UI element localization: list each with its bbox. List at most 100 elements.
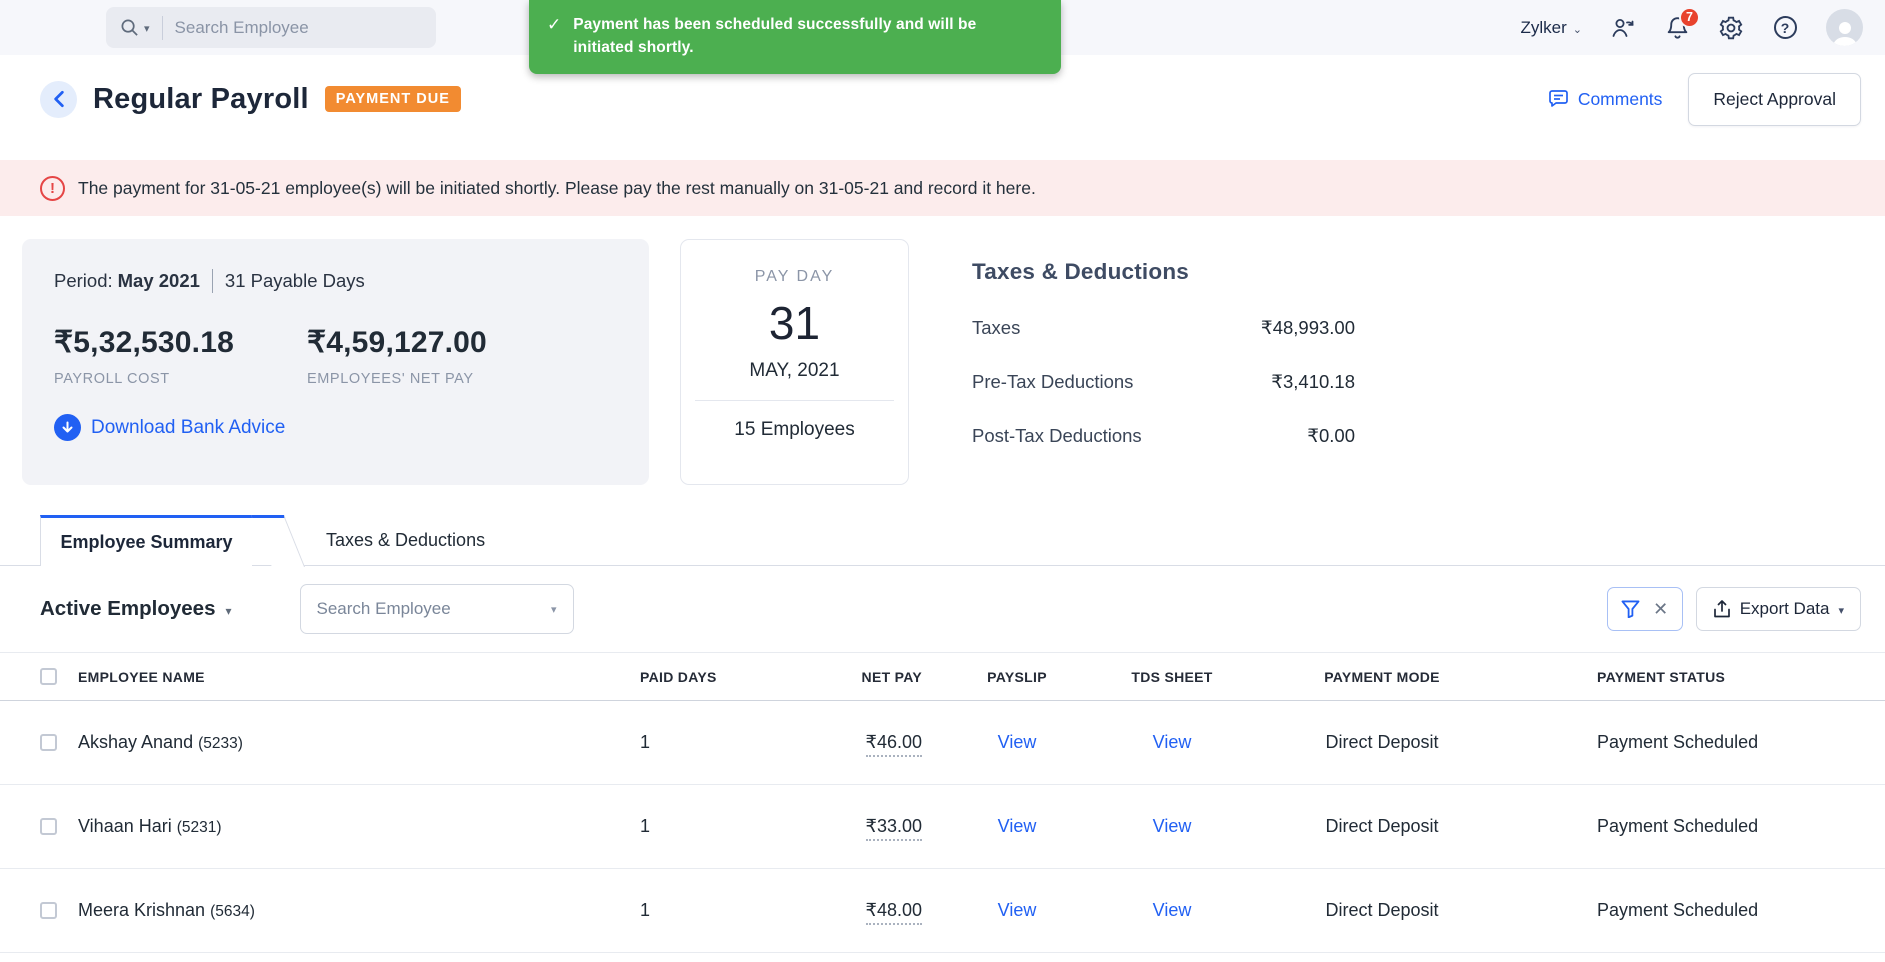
select-all-checkbox[interactable]: [40, 668, 57, 685]
org-name: Zylker: [1521, 18, 1567, 38]
warning-icon: !: [40, 176, 65, 201]
search-divider: [162, 16, 163, 40]
tds-view-link[interactable]: View: [1153, 732, 1192, 752]
comments-link[interactable]: Comments: [1547, 89, 1663, 110]
filter-button[interactable]: ✕: [1607, 587, 1683, 631]
payment-status: Payment Scheduled: [1532, 732, 1885, 753]
payment-status: Payment Scheduled: [1532, 816, 1885, 837]
topbar: ▾ Search Employee ✓ Payment has been sch…: [0, 0, 1885, 55]
pretax-row: Pre-Tax Deductions ₹3,410.18: [972, 371, 1355, 393]
download-bank-advice-link[interactable]: Download Bank Advice: [54, 414, 617, 441]
help-icon[interactable]: ?: [1772, 15, 1798, 41]
check-icon: ✓: [547, 13, 561, 59]
search-scope-caret-icon[interactable]: ▾: [144, 22, 150, 35]
payment-status: Payment Scheduled: [1532, 900, 1885, 921]
net-pay-value: ₹4,59,127.00: [307, 325, 487, 360]
net-pay-label: EMPLOYEES' NET PAY: [307, 371, 487, 387]
row-checkbox[interactable]: [40, 734, 57, 751]
payday-month-year: MAY, 2021: [681, 360, 908, 382]
clear-filter-icon[interactable]: ✕: [1653, 599, 1668, 620]
tds-view-link[interactable]: View: [1153, 900, 1192, 920]
payment-alert-banner: ! The payment for 31-05-21 employee(s) w…: [0, 160, 1885, 216]
comments-icon: [1547, 89, 1569, 109]
col-paid-days: PAID DAYS: [640, 669, 755, 685]
tab-employee-summary[interactable]: Employee Summary: [40, 515, 252, 566]
employee-id: (5231): [177, 819, 222, 836]
net-pay[interactable]: ₹48.00: [866, 900, 923, 925]
global-search-placeholder: Search Employee: [175, 18, 309, 38]
table-row: Vihaan Hari (5231) 1 ₹33.00 View View Di…: [0, 785, 1885, 869]
chevron-down-icon: ▾: [1838, 604, 1844, 617]
payday-divider: [695, 400, 894, 401]
global-search-input[interactable]: ▾ Search Employee: [106, 7, 436, 48]
period-label: Period:: [54, 270, 113, 292]
col-employee-name: EMPLOYEE NAME: [78, 669, 640, 685]
referrals-icon[interactable]: [1610, 15, 1636, 41]
download-icon: [54, 414, 81, 441]
payroll-cost-value: ₹5,32,530.18: [54, 325, 234, 360]
filter-funnel-icon: [1621, 600, 1640, 618]
payslip-view-link[interactable]: View: [998, 816, 1037, 836]
payment-mode: Direct Deposit: [1232, 732, 1532, 753]
employee-view-selector[interactable]: Active Employees ▾: [40, 597, 232, 621]
table-header-row: EMPLOYEE NAME PAID DAYS NET PAY PAYSLIP …: [0, 652, 1885, 701]
summary-section: Period: May 2021 31 Payable Days ₹5,32,5…: [0, 239, 1885, 485]
payday-card: PAY DAY 31 MAY, 2021 15 Employees: [680, 239, 909, 485]
notifications-bell-icon[interactable]: 7: [1664, 15, 1690, 41]
payroll-cost-label: PAYROLL COST: [54, 371, 234, 387]
col-payment-status: PAYMENT STATUS: [1532, 669, 1885, 685]
payment-mode: Direct Deposit: [1232, 816, 1532, 837]
tab-taxes-deductions[interactable]: Taxes & Deductions: [326, 515, 485, 565]
status-badge: PAYMENT DUE: [325, 86, 461, 112]
table-row: Akshay Anand (5233) 1 ₹46.00 View View D…: [0, 701, 1885, 785]
tds-view-link[interactable]: View: [1153, 816, 1192, 836]
taxes-section-title: Taxes & Deductions: [972, 259, 1355, 285]
payable-days: 31 Payable Days: [225, 270, 365, 292]
net-pay[interactable]: ₹33.00: [866, 816, 923, 841]
payslip-view-link[interactable]: View: [998, 732, 1037, 752]
employee-name: Meera Krishnan: [78, 900, 205, 920]
payslip-view-link[interactable]: View: [998, 900, 1037, 920]
back-button[interactable]: [40, 81, 77, 118]
export-data-label: Export Data: [1740, 599, 1830, 619]
row-checkbox[interactable]: [40, 818, 57, 835]
org-switcher[interactable]: Zylker ⌄: [1521, 18, 1583, 38]
paid-days: 1: [640, 732, 755, 753]
employee-search-select[interactable]: Search Employee ▾: [300, 584, 574, 634]
taxes-deductions-summary: Taxes & Deductions Taxes ₹48,993.00 Pre-…: [972, 239, 1355, 485]
table-row: Meera Krishnan (5634) 1 ₹48.00 View View…: [0, 869, 1885, 953]
export-data-button[interactable]: Export Data ▾: [1696, 587, 1861, 631]
toast-message: Payment has been scheduled successfully …: [573, 13, 1013, 59]
net-pay[interactable]: ₹46.00: [866, 732, 923, 757]
employee-id: (5634): [210, 903, 255, 920]
notification-count-badge: 7: [1679, 7, 1700, 28]
period-separator: [212, 269, 213, 293]
employee-toolbar: Active Employees ▾ Search Employee ▾ ✕ E…: [0, 566, 1885, 652]
comments-label: Comments: [1578, 89, 1663, 110]
chevron-down-icon: ▾: [551, 603, 557, 616]
settings-gear-icon[interactable]: [1718, 15, 1744, 41]
col-payment-mode: PAYMENT MODE: [1232, 669, 1532, 685]
employee-name: Akshay Anand: [78, 732, 193, 752]
reject-approval-button[interactable]: Reject Approval: [1688, 73, 1861, 126]
chevron-down-icon: ⌄: [1573, 23, 1582, 36]
posttax-row: Post-Tax Deductions ₹0.00: [972, 425, 1355, 447]
page-title: Regular Payroll: [93, 83, 309, 116]
col-net-pay: NET PAY: [755, 669, 922, 685]
success-toast: ✓ Payment has been scheduled successfull…: [529, 0, 1061, 74]
period-card: Period: May 2021 31 Payable Days ₹5,32,5…: [22, 239, 649, 485]
download-bank-advice-label: Download Bank Advice: [91, 417, 285, 439]
col-tds-sheet: TDS SHEET: [1112, 669, 1232, 685]
row-checkbox[interactable]: [40, 902, 57, 919]
user-avatar[interactable]: [1826, 9, 1863, 46]
payday-day: 31: [681, 296, 908, 350]
topbar-actions: Zylker ⌄ 7 ?: [1521, 9, 1864, 46]
payment-mode: Direct Deposit: [1232, 900, 1532, 921]
employee-id: (5233): [198, 735, 243, 752]
alert-message: The payment for 31-05-21 employee(s) wil…: [78, 178, 1036, 199]
payday-label: PAY DAY: [681, 268, 908, 286]
paid-days: 1: [640, 900, 755, 921]
search-icon: [120, 18, 139, 37]
employee-table: EMPLOYEE NAME PAID DAYS NET PAY PAYSLIP …: [0, 652, 1885, 953]
export-icon: [1713, 600, 1731, 619]
